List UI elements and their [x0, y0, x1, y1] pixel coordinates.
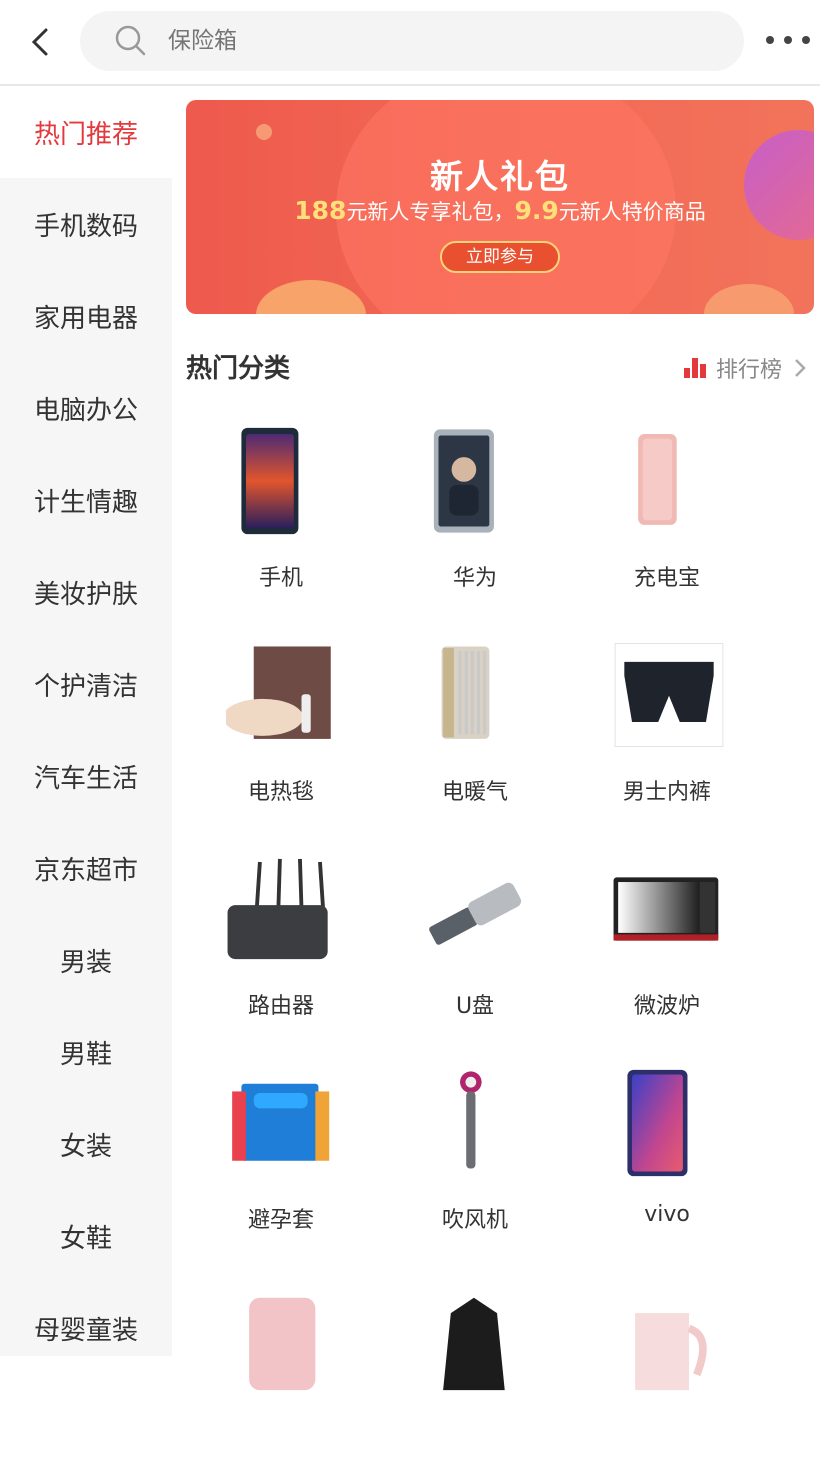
category-item[interactable]: 电热毯	[186, 614, 376, 824]
search-input[interactable]	[168, 11, 708, 71]
router-image	[227, 858, 328, 960]
category-label: 路由器	[247, 994, 314, 1019]
power-bank-image	[638, 434, 677, 525]
category-item[interactable]: 微波炉	[572, 828, 762, 1038]
sidebar-item[interactable]: 汽车生活	[0, 730, 172, 822]
section-title: 热门分类	[186, 354, 291, 384]
category-item[interactable]	[572, 1256, 762, 1466]
condom-box-image	[232, 1083, 330, 1161]
category-sidebar: 热门推荐 手机数码 家用电器 电脑办公 计生情趣 美妆护肤 个护清洁 汽车生活 京东超市 男装 男鞋…	[0, 86, 172, 1356]
join-button[interactable]: 立即参与	[440, 241, 560, 273]
category-label: 华为	[452, 566, 497, 591]
category-item[interactable]: 手机	[186, 400, 376, 610]
category-item[interactable]: 电暖气	[380, 614, 570, 824]
hair-dryer-image	[460, 1071, 482, 1169]
kettle-image	[635, 1313, 707, 1391]
category-item[interactable]	[380, 1256, 570, 1466]
category-label: 男士内裤	[622, 780, 711, 805]
phone-image	[241, 427, 299, 535]
sidebar-item[interactable]: 手机数码	[0, 178, 172, 270]
sidebar-item[interactable]: 个护清洁	[0, 638, 172, 730]
electric-blanket-image	[226, 646, 331, 739]
vivo-phone-image	[627, 1069, 688, 1177]
search-box[interactable]	[80, 11, 744, 71]
mens-underwear-image	[614, 643, 724, 747]
ranking-chart-icon	[683, 358, 708, 378]
more-icon[interactable]	[764, 30, 812, 50]
category-label: 手机	[258, 566, 303, 591]
sidebar-item[interactable]: 电脑办公	[0, 362, 172, 454]
usb-drive-image	[429, 882, 522, 945]
sidebar-item[interactable]: 女装	[0, 1098, 172, 1190]
sidebar-item[interactable]: 家用电器	[0, 270, 172, 362]
category-item[interactable]	[186, 1256, 376, 1466]
huawei-phone-image	[433, 429, 494, 533]
category-item[interactable]: 避孕套	[186, 1042, 376, 1252]
sidebar-item[interactable]: 美妆护肤	[0, 546, 172, 638]
category-item[interactable]: 充电宝	[572, 400, 762, 610]
category-item[interactable]: 男士内裤	[572, 614, 762, 824]
back-arrow-icon[interactable]	[24, 22, 60, 62]
new-user-banner[interactable]: 新人礼包 188元新人专享礼包，9.9元新人特价商品 立即参与	[186, 100, 814, 314]
category-item[interactable]: U盘	[380, 828, 570, 1038]
sidebar-item[interactable]: 男装	[0, 914, 172, 1006]
category-item[interactable]: vivo	[572, 1042, 762, 1252]
black-jacket-image	[443, 1297, 505, 1391]
category-label: 电热毯	[247, 780, 314, 805]
sidebar-item[interactable]: 母婴童装	[0, 1282, 172, 1374]
category-item[interactable]: 路由器	[186, 828, 376, 1038]
category-label: 吹风机	[441, 1208, 508, 1233]
category-label: 避孕套	[247, 1208, 314, 1233]
search-icon	[115, 25, 146, 56]
category-item[interactable]: 吹风机	[380, 1042, 570, 1252]
category-label: 微波炉	[633, 994, 700, 1019]
sidebar-item[interactable]: 女鞋	[0, 1190, 172, 1282]
pink-towel-image	[249, 1297, 316, 1391]
main-content: 新人礼包 188元新人专享礼包，9.9元新人特价商品 立即参与 热门分类 排行榜…	[172, 86, 820, 1391]
sidebar-item[interactable]: 热门推荐	[0, 86, 172, 178]
category-label: 电暖气	[441, 780, 508, 805]
ranking-link[interactable]: 排行榜	[683, 352, 810, 384]
oil-heater-image	[441, 646, 490, 739]
category-item[interactable]: 华为	[380, 400, 570, 610]
sidebar-item[interactable]: 计生情趣	[0, 454, 172, 546]
category-label: vivo	[644, 1202, 690, 1227]
banner-subtitle: 188元新人专享礼包，9.9元新人特价商品	[294, 196, 706, 225]
category-label: U盘	[455, 994, 495, 1019]
category-label: 充电宝	[633, 566, 700, 591]
banner-title: 新人礼包	[430, 157, 570, 196]
sidebar-item[interactable]: 男鞋	[0, 1006, 172, 1098]
chevron-right-icon	[795, 359, 806, 377]
sidebar-item[interactable]: 京东超市	[0, 822, 172, 914]
ranking-label: 排行榜	[715, 358, 782, 383]
top-bar	[0, 0, 820, 86]
microwave-image	[613, 877, 719, 941]
